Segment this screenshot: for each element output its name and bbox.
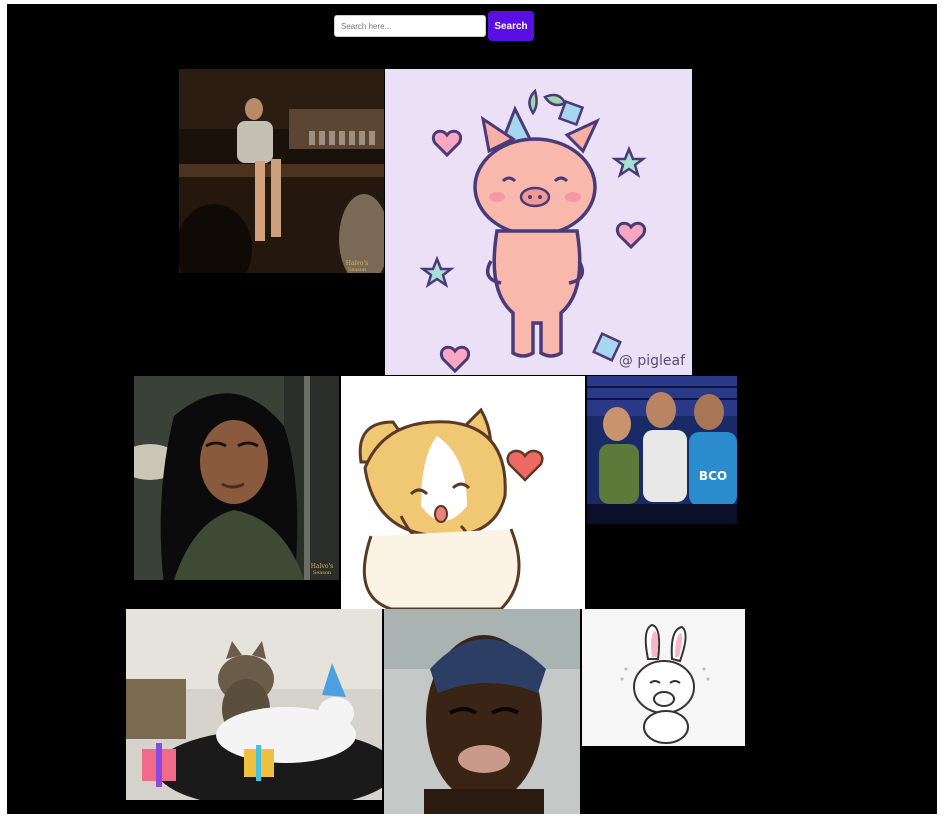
gif-image[interactable] (341, 376, 585, 609)
page-background: Search Halvo's Season (7, 4, 937, 814)
svg-text:BCO: BCO (699, 469, 727, 483)
gif-image[interactable]: Halvo's Season (179, 69, 384, 273)
man-durag-image (384, 609, 580, 814)
search-button[interactable]: Search (488, 11, 534, 41)
svg-text:@ pigleaf: @ pigleaf (619, 353, 686, 369)
search-input[interactable] (334, 15, 486, 37)
svg-text:Halvo's: Halvo's (311, 563, 333, 570)
gif-image[interactable]: BCO (587, 376, 737, 524)
svg-text:Season: Season (348, 267, 367, 273)
shiba-hearts-image (341, 376, 585, 609)
gif-image[interactable] (126, 609, 382, 800)
search-bar: Search (334, 11, 534, 41)
gif-image[interactable]: @ pigleaf (385, 69, 692, 375)
bunny-cony-image (582, 609, 745, 746)
woman-in-bar-image: Halvo's Season (179, 69, 384, 273)
gif-image[interactable]: Halvo's Season (134, 376, 339, 580)
svg-text:Halvo's: Halvo's (346, 260, 368, 267)
dark-haired-woman-image: Halvo's Season (134, 376, 339, 580)
cats-birthday-image (126, 609, 382, 800)
gif-image[interactable] (384, 609, 580, 814)
gif-image[interactable] (582, 609, 745, 746)
pig-with-party-hat-image: @ pigleaf (385, 69, 692, 375)
men-in-stadium-image: BCO (587, 376, 737, 524)
svg-text:Season: Season (313, 570, 332, 576)
